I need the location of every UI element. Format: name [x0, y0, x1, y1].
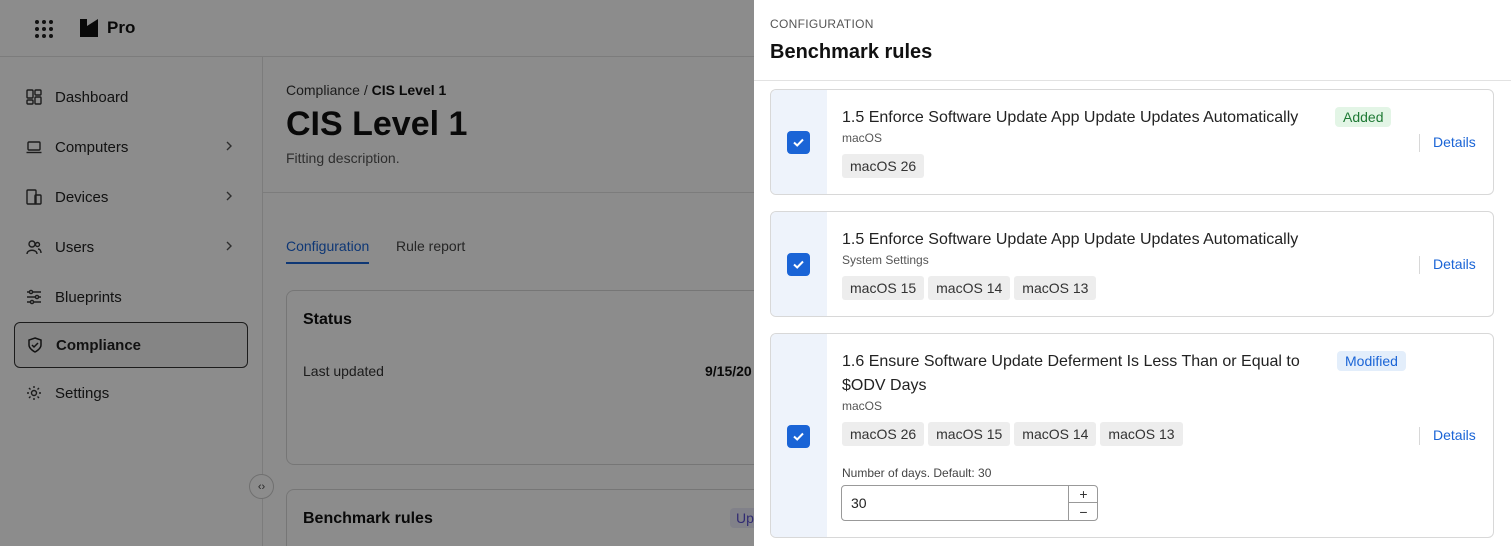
added-badge: Added	[1335, 107, 1392, 127]
os-tag: macOS 14	[1014, 422, 1097, 446]
rule-checkbox[interactable]	[787, 425, 810, 448]
rule-subtitle: macOS	[842, 131, 883, 145]
drawer-header: CONFIGURATION Benchmark rules	[754, 0, 1511, 81]
details-link[interactable]: Details	[1433, 256, 1476, 272]
rule-card: 1.5 Enforce Software Update App Update U…	[770, 211, 1494, 317]
drawer-eyebrow: CONFIGURATION	[770, 17, 874, 31]
checkmark-icon	[793, 260, 804, 269]
divider	[1419, 256, 1420, 274]
days-stepper: + −	[841, 485, 1098, 521]
rule-subtitle: System Settings	[842, 253, 929, 267]
divider	[1419, 427, 1420, 445]
rule-checkbox[interactable]	[787, 253, 810, 276]
os-tags: macOS 26	[842, 154, 925, 178]
os-tag: macOS 13	[1100, 422, 1183, 446]
checkmark-icon	[793, 432, 804, 441]
os-tag: macOS 15	[928, 422, 1011, 446]
increment-button[interactable]: +	[1069, 486, 1098, 503]
rule-title-line: $ODV Days	[842, 377, 927, 394]
checkmark-icon	[793, 138, 804, 147]
modified-badge: Modified	[1337, 351, 1406, 371]
rule-subtitle: macOS	[842, 399, 883, 413]
details-link[interactable]: Details	[1433, 427, 1476, 443]
os-tags: macOS 15 macOS 14 macOS 13	[842, 276, 1097, 300]
days-input[interactable]	[842, 486, 1068, 520]
rule-checkbox[interactable]	[787, 131, 810, 154]
rule-title: 1.5 Enforce Software Update App Update U…	[842, 231, 1299, 248]
rule-title-line: 1.6 Ensure Software Update Deferment Is …	[842, 353, 1300, 370]
decrement-button[interactable]: −	[1069, 503, 1098, 520]
rule-card: 1.5 Enforce Software Update App Update U…	[770, 89, 1494, 195]
os-tag: macOS 26	[842, 154, 925, 178]
rule-checkbox-column	[771, 90, 827, 194]
os-tag: macOS 15	[842, 276, 925, 300]
os-tag: macOS 13	[1014, 276, 1097, 300]
os-tags: macOS 26 macOS 15 macOS 14 macOS 13	[842, 422, 1183, 446]
os-tag: macOS 14	[928, 276, 1011, 300]
days-field-label: Number of days. Default: 30	[842, 466, 992, 480]
drawer-title: Benchmark rules	[770, 41, 933, 63]
plus-icon: +	[1079, 486, 1088, 502]
rule-card: 1.6 Ensure Software Update Deferment Is …	[770, 333, 1494, 538]
rule-checkbox-column	[771, 212, 827, 316]
minus-icon: −	[1079, 503, 1088, 520]
rule-checkbox-column	[771, 334, 827, 537]
rule-title: 1.5 Enforce Software Update App Update U…	[842, 109, 1299, 126]
stepper-buttons: + −	[1068, 486, 1098, 520]
benchmark-rules-drawer: CONFIGURATION Benchmark rules 1.5 Enforc…	[754, 0, 1511, 546]
divider	[1419, 134, 1420, 152]
rule-title: 1.6 Ensure Software Update Deferment Is …	[842, 350, 1300, 398]
os-tag: macOS 26	[842, 422, 925, 446]
details-link[interactable]: Details	[1433, 134, 1476, 150]
